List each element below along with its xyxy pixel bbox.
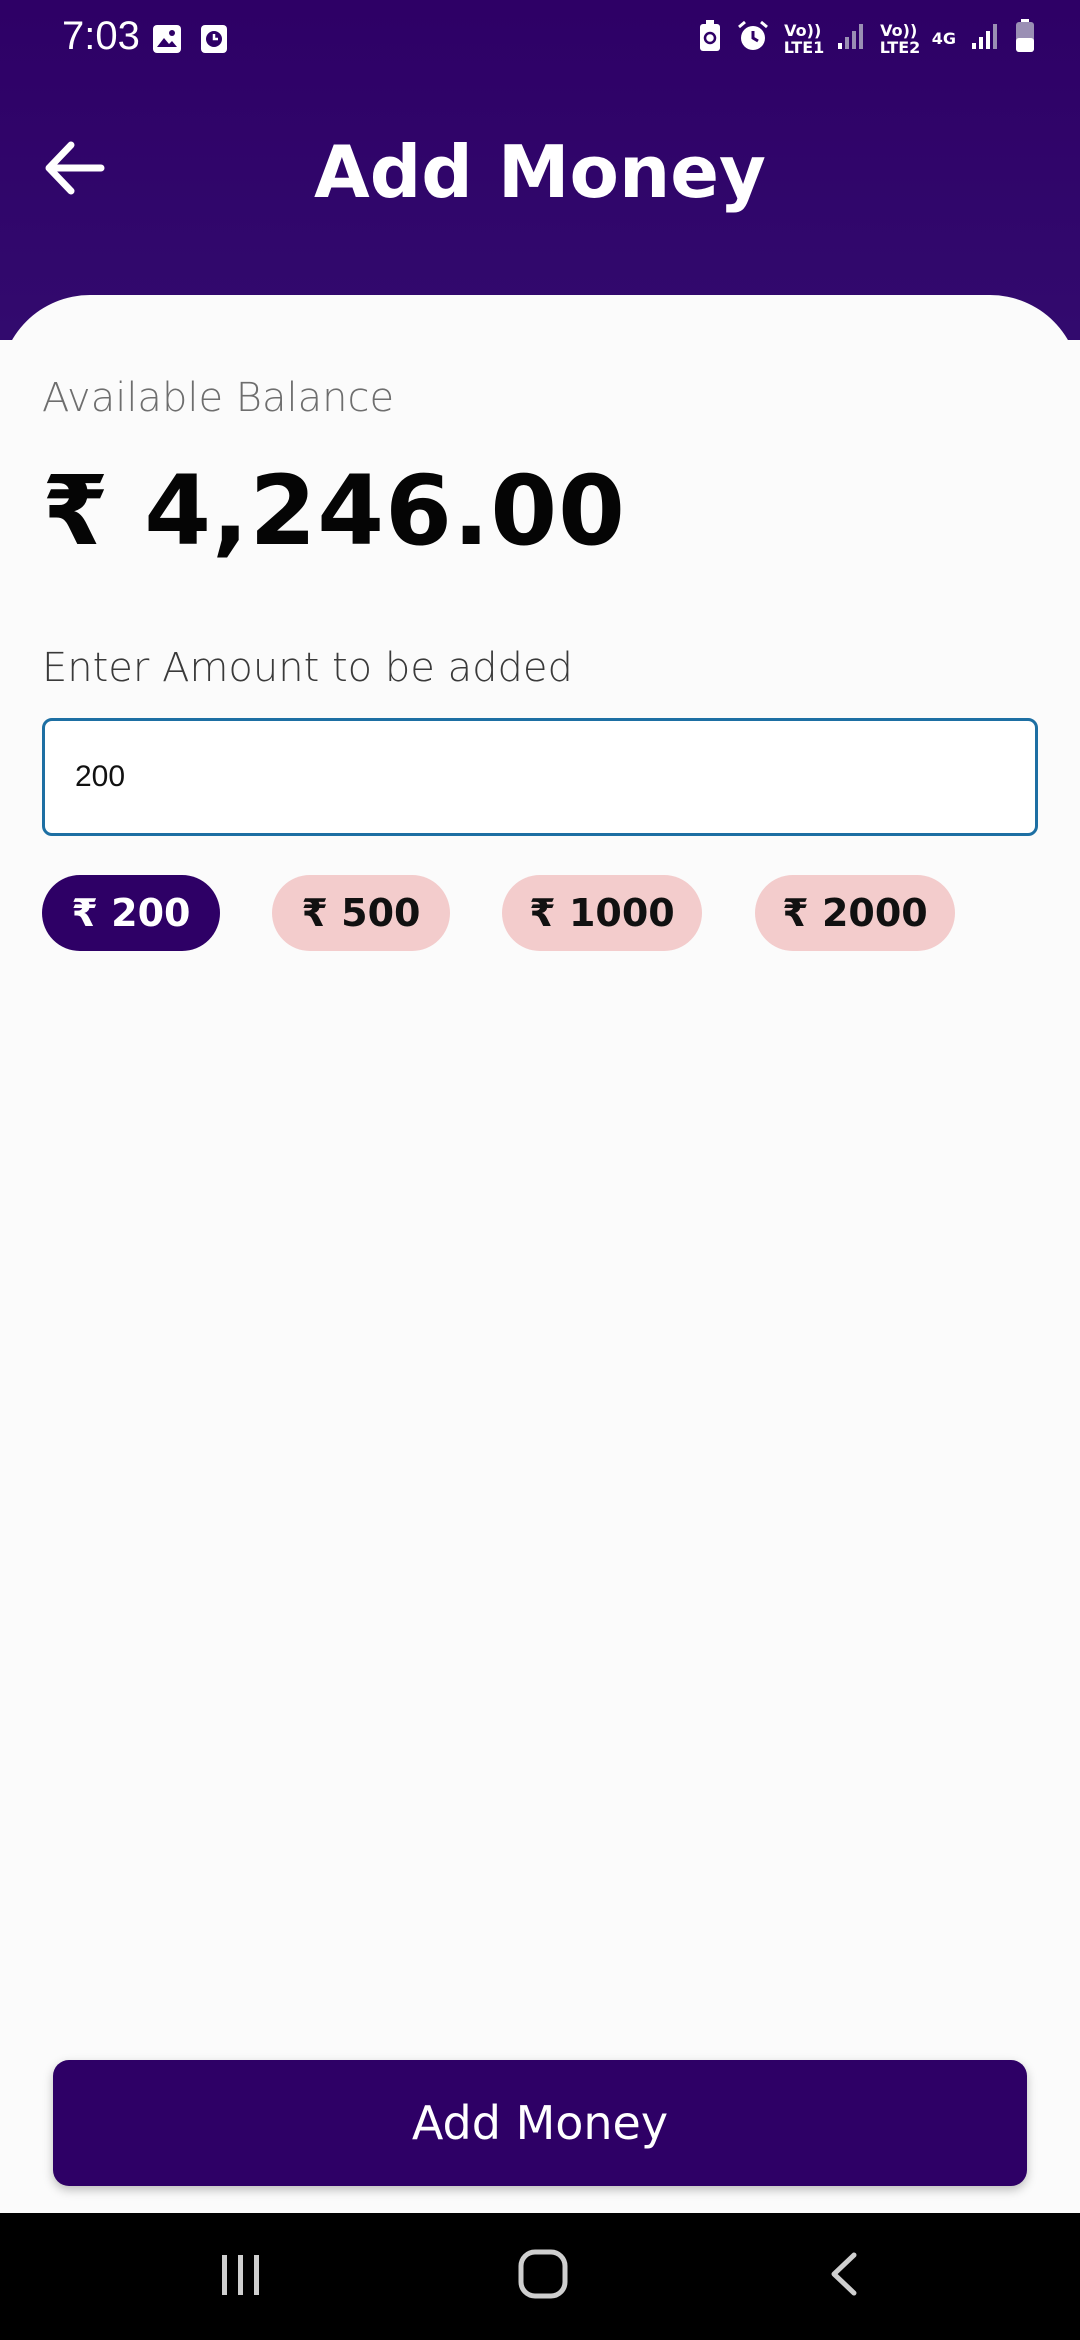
signal-sim2-icon bbox=[970, 21, 1000, 56]
battery-saver-icon bbox=[698, 19, 722, 58]
alarm-icon bbox=[736, 19, 770, 58]
recent-apps-button[interactable] bbox=[166, 2213, 316, 2340]
page-title: Add Money bbox=[313, 130, 766, 214]
add-money-button[interactable]: Add Money bbox=[53, 2060, 1027, 2186]
recent-apps-icon bbox=[216, 2249, 266, 2304]
nav-back-button[interactable] bbox=[770, 2213, 920, 2340]
system-nav-bar bbox=[0, 2213, 1080, 2340]
quick-amount-200-chip[interactable]: ₹ 200 bbox=[42, 875, 220, 951]
signal-sim2-label: Vo)) LTE2 bbox=[879, 20, 921, 57]
title-row: Add Money bbox=[0, 120, 1080, 220]
signal-sim1-icon bbox=[836, 21, 866, 56]
app-header: 7:03 Vo)) LTE1 Vo)) LTE2 4G Add Money bbox=[0, 0, 1080, 340]
amount-input[interactable] bbox=[42, 718, 1038, 836]
home-icon bbox=[515, 2246, 571, 2307]
balance-value: ₹ 4,246.00 bbox=[42, 455, 626, 567]
battery-icon bbox=[1014, 18, 1036, 59]
clock-app-icon bbox=[200, 24, 228, 59]
image-icon bbox=[152, 24, 182, 59]
quick-amount-2000-chip[interactable]: ₹ 2000 bbox=[755, 875, 955, 951]
status-bar: 7:03 Vo)) LTE1 Vo)) LTE2 4G bbox=[0, 0, 1080, 80]
back-icon bbox=[820, 2249, 870, 2304]
network-type-label: 4G bbox=[931, 29, 956, 48]
amount-label: Enter Amount to be added bbox=[42, 645, 573, 691]
home-button[interactable] bbox=[468, 2213, 618, 2340]
quick-amount-chips: ₹ 200 ₹ 500 ₹ 1000 ₹ 2000 bbox=[42, 875, 1042, 951]
quick-amount-1000-chip[interactable]: ₹ 1000 bbox=[502, 875, 702, 951]
signal-sim1-label: Vo)) LTE1 bbox=[783, 20, 825, 57]
status-time: 7:03 bbox=[62, 14, 140, 58]
content-card bbox=[0, 295, 1080, 2215]
balance-label: Available Balance bbox=[42, 375, 395, 421]
quick-amount-500-chip[interactable]: ₹ 500 bbox=[272, 875, 450, 951]
